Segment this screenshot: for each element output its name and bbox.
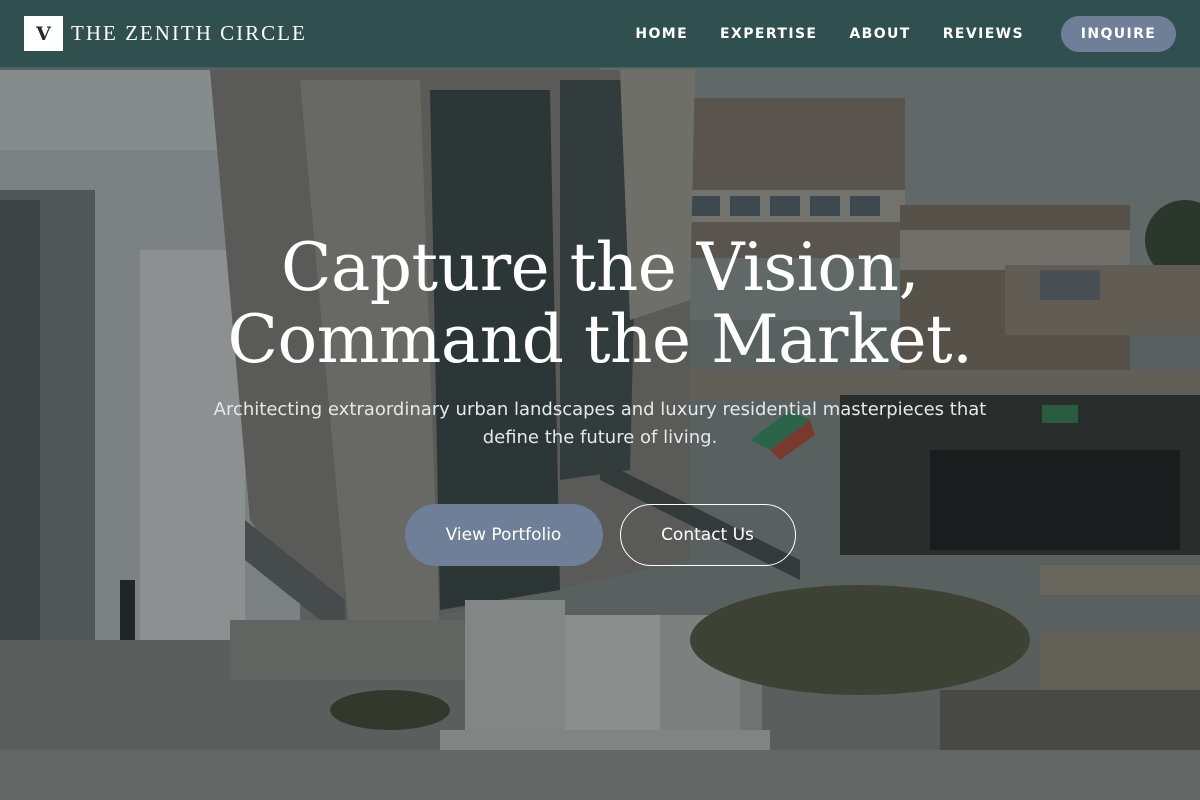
contact-us-button[interactable]: Contact Us xyxy=(619,504,796,566)
brand-logo[interactable]: V THE ZENITH CIRCLE xyxy=(24,16,307,51)
brand-mark-icon: V xyxy=(24,16,63,51)
inquire-button[interactable]: INQUIRE xyxy=(1061,15,1176,52)
nav-link-expertise[interactable]: EXPERTISE xyxy=(720,26,817,42)
landing-page: V THE ZENITH CIRCLE HOME EXPERTISE ABOUT… xyxy=(0,0,1200,800)
top-navbar: V THE ZENITH CIRCLE HOME EXPERTISE ABOUT… xyxy=(0,0,1200,68)
nav-link-reviews[interactable]: REVIEWS xyxy=(943,26,1024,42)
hero-title-line-2: Command the Market. xyxy=(227,301,973,378)
brand-name: THE ZENITH CIRCLE xyxy=(71,21,307,45)
hero-subtitle: Architecting extraordinary urban landsca… xyxy=(213,399,987,448)
hero-title: Capture the Vision, Command the Market. xyxy=(0,232,1200,376)
view-portfolio-button[interactable]: View Portfolio xyxy=(404,504,603,566)
hero-title-line-1: Capture the Vision, xyxy=(280,229,920,306)
main-nav: HOME EXPERTISE ABOUT REVIEWS xyxy=(635,26,1024,42)
nav-link-home[interactable]: HOME xyxy=(635,26,688,42)
nav-link-about[interactable]: ABOUT xyxy=(849,26,910,42)
hero-actions: View Portfolio Contact Us xyxy=(0,504,1200,566)
hero-section: Capture the Vision, Command the Market. … xyxy=(0,232,1200,566)
